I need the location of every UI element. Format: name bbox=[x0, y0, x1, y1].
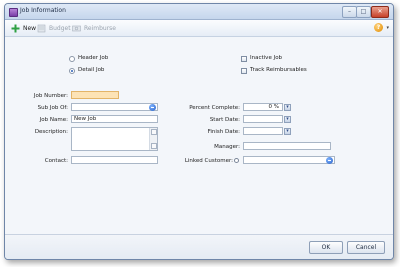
new-label: New bbox=[23, 24, 37, 32]
reimburse-icon bbox=[72, 24, 81, 33]
linked-customer-field[interactable] bbox=[243, 156, 335, 164]
inactive-job-label: Inactive Job bbox=[250, 55, 283, 61]
start-date-label: Start Date: bbox=[209, 117, 240, 123]
detail-job-radio[interactable] bbox=[69, 68, 75, 74]
job-number-field[interactable] bbox=[71, 91, 119, 99]
help-icon[interactable]: ? bbox=[374, 23, 383, 32]
window-title: Job Information bbox=[20, 7, 66, 14]
header-job-label: Header Job bbox=[78, 55, 109, 61]
sub-job-of-field[interactable] bbox=[71, 103, 158, 111]
maximize-button[interactable]: □ bbox=[356, 6, 371, 18]
manager-label: Manager: bbox=[214, 144, 240, 150]
description-label: Description: bbox=[34, 129, 68, 135]
new-button[interactable]: New bbox=[11, 23, 36, 33]
job-name-field[interactable] bbox=[71, 115, 158, 123]
ok-button[interactable]: OK bbox=[309, 241, 343, 254]
title-bar: Job Information – □ ✕ bbox=[5, 4, 393, 20]
description-scrollbar[interactable] bbox=[149, 128, 157, 150]
percent-complete-field[interactable] bbox=[243, 103, 283, 111]
contact-field[interactable] bbox=[71, 156, 158, 164]
finish-date-label: Finish Date: bbox=[207, 129, 240, 135]
reimburse-button[interactable]: Reimburse bbox=[72, 23, 116, 33]
job-name-label: Job Name: bbox=[39, 117, 68, 123]
contact-label: Contact: bbox=[44, 158, 68, 164]
dialog-footer: OK Cancel bbox=[5, 234, 393, 259]
linked-customer-info-icon[interactable] bbox=[234, 157, 239, 163]
job-number-label: Job Number: bbox=[33, 93, 68, 99]
plus-icon bbox=[11, 24, 20, 33]
track-reimbursables-checkbox[interactable] bbox=[241, 68, 247, 74]
minimize-button[interactable]: – bbox=[342, 6, 357, 18]
sub-job-of-label: Sub Job Of: bbox=[37, 105, 68, 111]
finish-date-field[interactable] bbox=[243, 127, 283, 135]
job-form: Header Job Detail Job Inactive Job Track… bbox=[5, 37, 393, 235]
close-button[interactable]: ✕ bbox=[371, 6, 389, 18]
job-information-window: Job Information – □ ✕ New Budget Reimbur… bbox=[4, 3, 394, 260]
budget-icon bbox=[37, 24, 46, 33]
cancel-button[interactable]: Cancel bbox=[347, 241, 385, 254]
app-icon bbox=[9, 8, 18, 17]
toolbar: New Budget Reimburse ? ▾ bbox=[5, 20, 393, 37]
start-date-calendar-icon[interactable]: ▾ bbox=[284, 115, 291, 123]
percent-complete-label: Percent Complete: bbox=[189, 105, 240, 111]
linked-customer-lookup-icon[interactable] bbox=[326, 156, 333, 164]
help-dropdown-icon[interactable]: ▾ bbox=[386, 25, 389, 31]
percent-dropdown-icon[interactable]: ▾ bbox=[284, 103, 291, 111]
sub-job-lookup-icon[interactable] bbox=[149, 103, 156, 111]
track-reimbursables-label: Track Reimbursables bbox=[250, 67, 307, 73]
detail-job-label: Detail Job bbox=[78, 67, 105, 73]
inactive-job-checkbox[interactable] bbox=[241, 56, 247, 62]
budget-button[interactable]: Budget bbox=[37, 23, 71, 33]
manager-field[interactable] bbox=[243, 142, 331, 150]
linked-customer-label: Linked Customer: bbox=[184, 158, 233, 164]
reimburse-label: Reimburse bbox=[84, 24, 116, 32]
scroll-down-icon[interactable] bbox=[151, 143, 157, 149]
budget-label: Budget bbox=[49, 24, 71, 32]
description-field[interactable] bbox=[71, 127, 158, 151]
header-job-radio[interactable] bbox=[69, 56, 75, 62]
start-date-field[interactable] bbox=[243, 115, 283, 123]
scroll-up-icon[interactable] bbox=[151, 129, 157, 135]
finish-date-calendar-icon[interactable]: ▾ bbox=[284, 127, 291, 135]
